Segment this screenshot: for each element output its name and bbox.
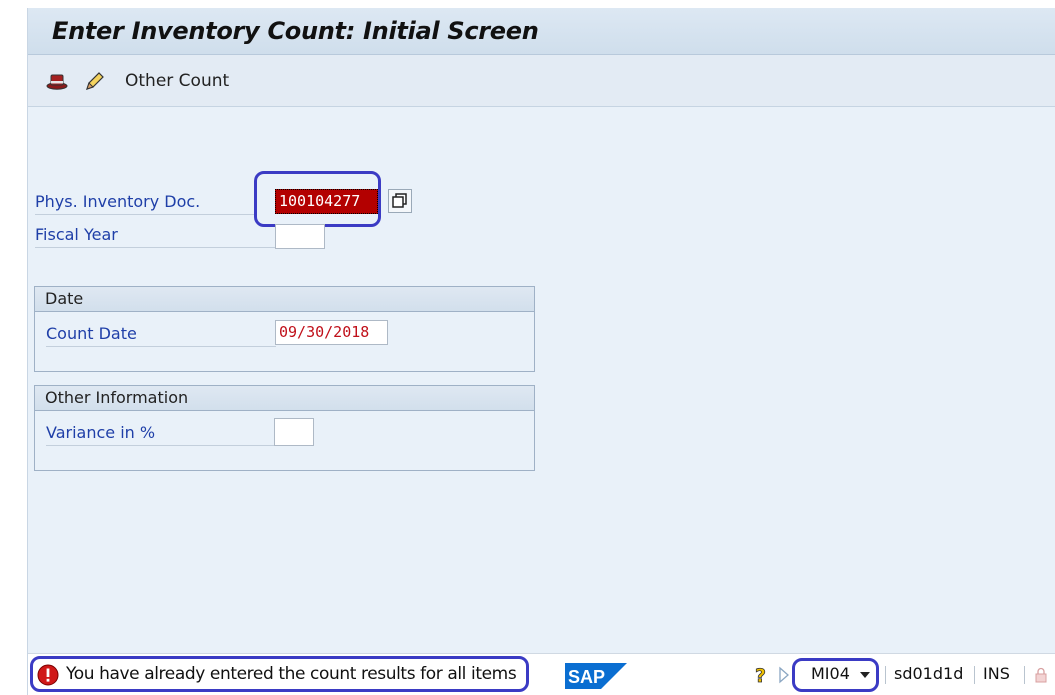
- sap-logo-text: SAP: [568, 667, 605, 687]
- variance-label: Variance in %: [46, 420, 276, 446]
- phys-inventory-doc-label: Phys. Inventory Doc.: [35, 189, 255, 215]
- fiscal-year-input[interactable]: [275, 224, 325, 249]
- date-group-title: Date: [35, 287, 534, 312]
- status-divider: [1024, 666, 1025, 684]
- count-date-input[interactable]: 09/30/2018: [275, 320, 388, 345]
- page-title: Enter Inventory Count: Initial Screen: [52, 17, 539, 45]
- svg-text:?: ?: [755, 665, 766, 686]
- sap-logo: SAP: [565, 663, 627, 689]
- lock-icon: [1033, 667, 1049, 683]
- application-toolbar: Other Count: [28, 55, 1055, 107]
- highlight-doc-field: [254, 171, 381, 227]
- status-divider: [885, 666, 886, 684]
- system-name: sd01d1d: [894, 664, 964, 683]
- variance-input[interactable]: [274, 418, 314, 446]
- play-triangle-icon[interactable]: [778, 666, 790, 684]
- status-divider: [974, 666, 975, 684]
- help-icon[interactable]: ?: [753, 664, 773, 688]
- title-bar: Enter Inventory Count: Initial Screen: [28, 8, 1055, 55]
- other-count-button[interactable]: Other Count: [125, 71, 229, 91]
- fiscal-year-label: Fiscal Year: [35, 222, 275, 248]
- highlight-transaction: [792, 658, 879, 692]
- pencil-icon[interactable]: [82, 69, 106, 93]
- sap-window: Enter Inventory Count: Initial Screen Ot…: [27, 8, 1055, 695]
- other-information-group-title: Other Information: [35, 386, 534, 411]
- hat-icon[interactable]: [45, 69, 69, 93]
- copy-icon[interactable]: [388, 189, 412, 213]
- highlight-status-message: [30, 656, 529, 692]
- insert-mode[interactable]: INS: [983, 664, 1010, 683]
- count-date-label: Count Date: [46, 321, 276, 347]
- status-bar: You have already entered the count resul…: [28, 653, 1055, 695]
